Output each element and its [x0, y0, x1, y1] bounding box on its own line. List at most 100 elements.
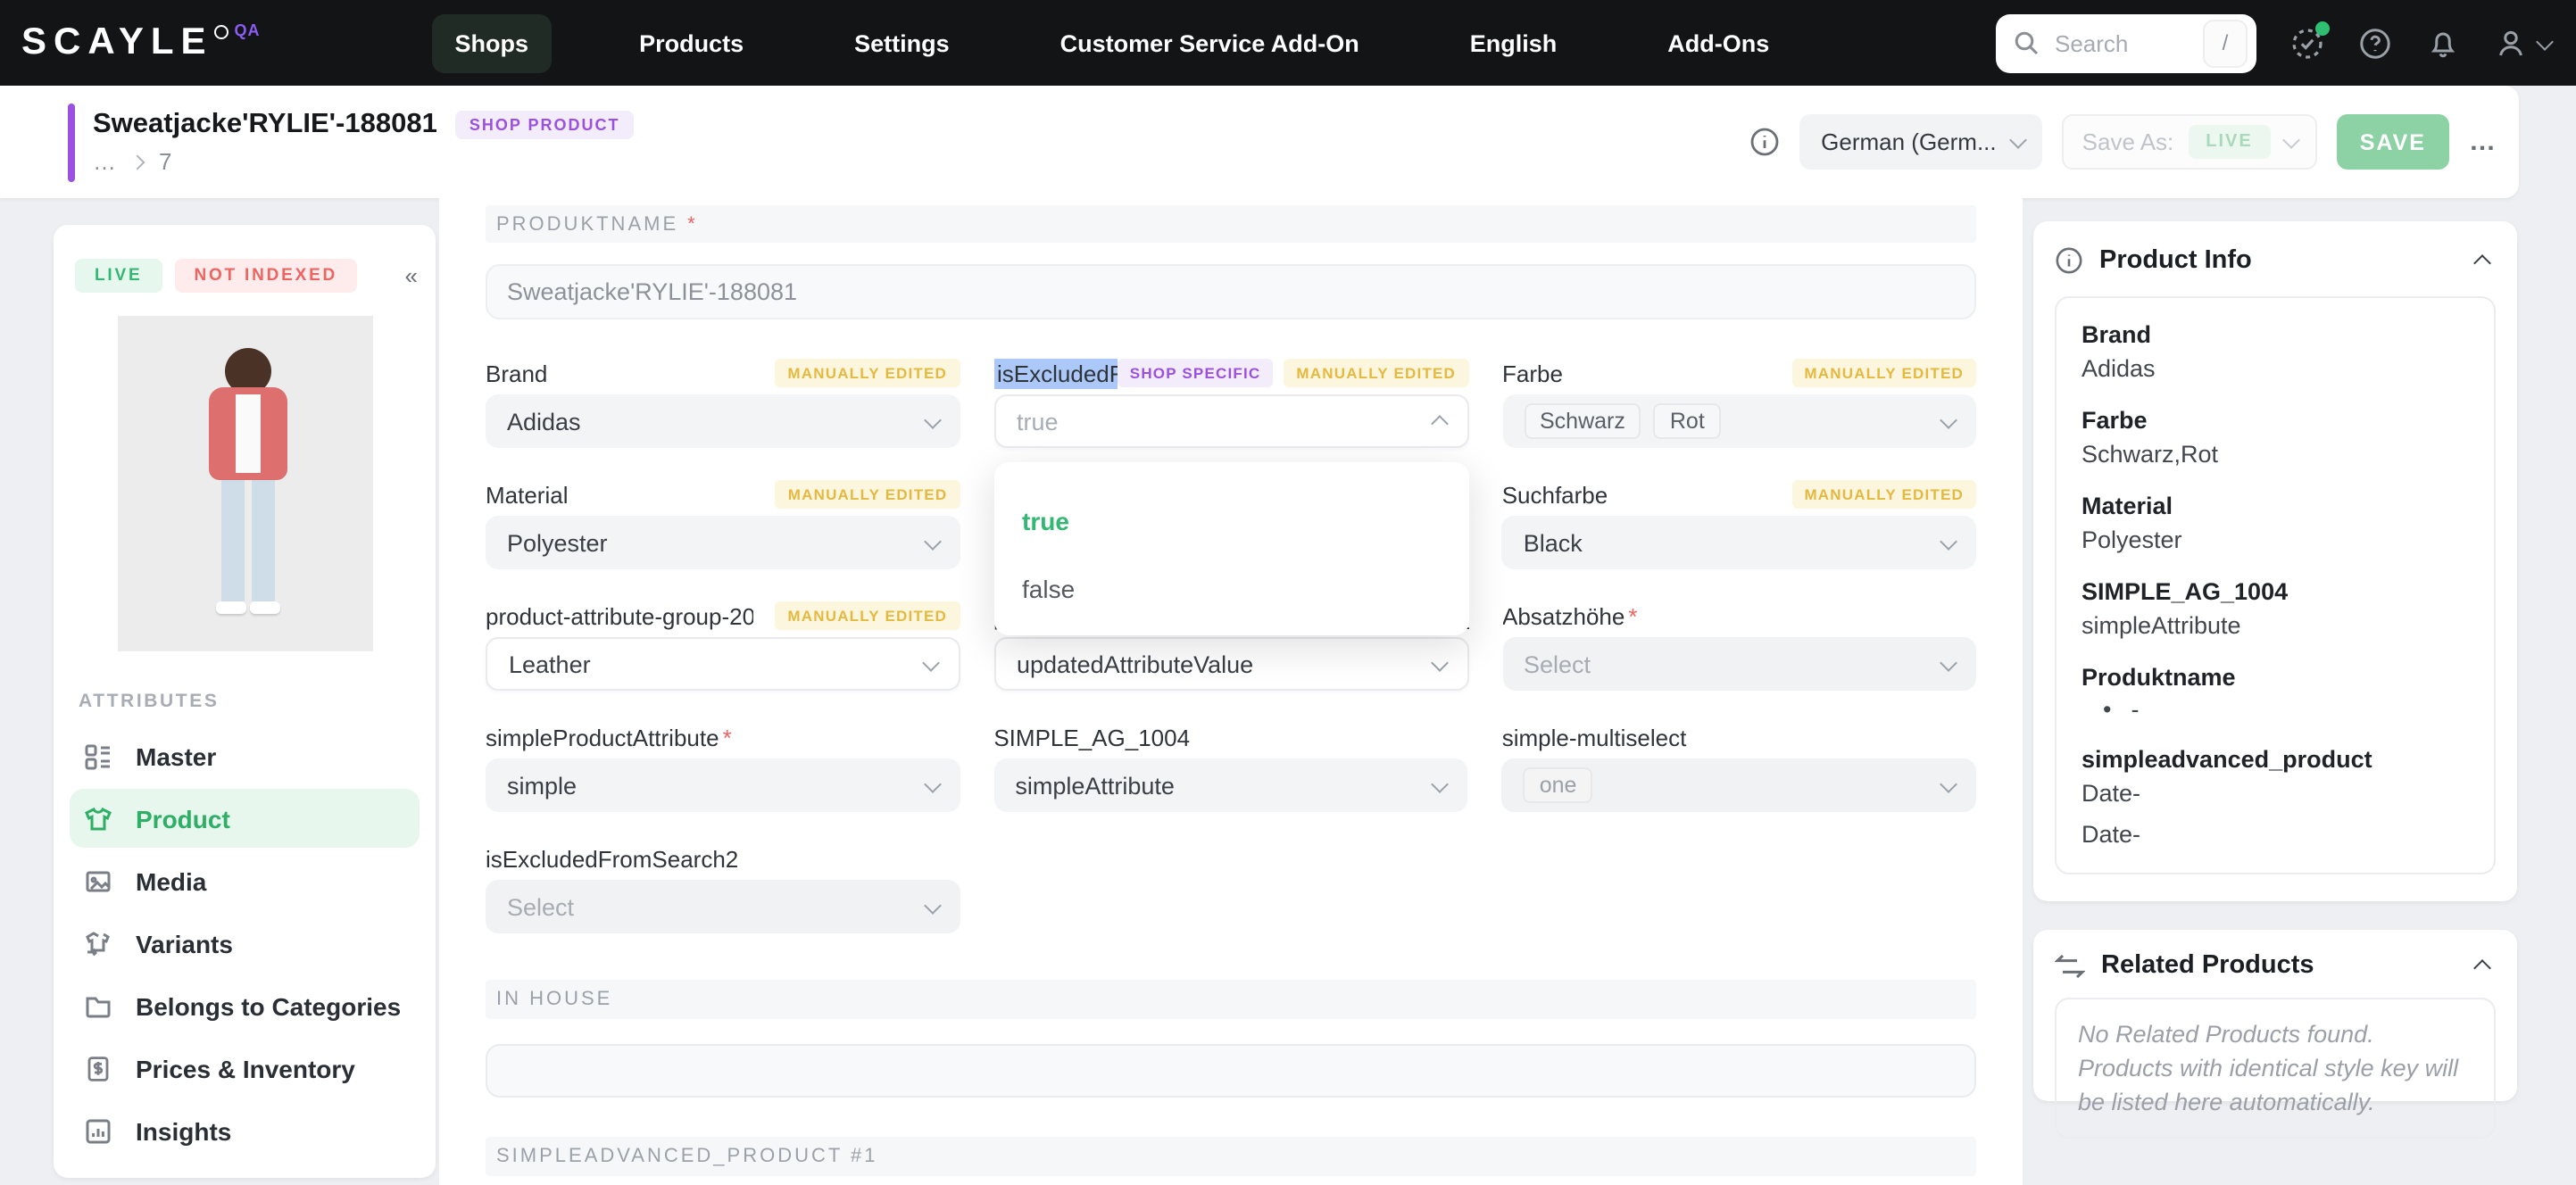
variants-icon	[86, 931, 110, 956]
section-header-in-house: IN HOUSE	[486, 980, 1976, 1019]
isexcludedfromsearch-select-open[interactable]: true	[993, 394, 1468, 448]
media-icon	[86, 870, 111, 891]
info-value: -	[2131, 696, 2140, 723]
notifications-button[interactable]	[2426, 26, 2460, 60]
sidebar-item-label: Variants	[136, 929, 233, 957]
nav-item-language[interactable]: English	[1447, 13, 1581, 72]
chevron-down-icon	[2281, 131, 2300, 149]
product-attribute-group-select[interactable]: Leather	[486, 637, 960, 691]
more-options-button[interactable]: …	[2469, 127, 2497, 157]
save-as-live-chip: LIVE	[2188, 125, 2271, 159]
logo-ring-icon	[214, 25, 229, 39]
field-isexcludedfromsearch2: isExcludedFromSearch2 Select	[486, 844, 960, 933]
related-products-card: No Related Products found. Products with…	[2055, 998, 2496, 1139]
field-isexcludedfromsearch: isExcludedFromSearch SHOP SPECIFIC MANUA…	[993, 358, 1468, 635]
dropdown-option-true[interactable]: true	[993, 498, 1468, 544]
sidebar-item-variants[interactable]: Variants	[70, 914, 420, 973]
absatzhoehe-select[interactable]: Select	[1502, 637, 1976, 691]
chevron-right-icon	[129, 153, 145, 170]
live-status-badge: LIVE	[75, 259, 162, 293]
field-farbe: Farbe MANUALLY EDITED Schwarz Rot	[1502, 359, 1976, 448]
global-search[interactable]: /	[1996, 13, 2256, 72]
field-material: Material MANUALLY EDITED Polyester	[486, 480, 960, 569]
info-icon[interactable]	[1749, 127, 1780, 157]
field-label: Material	[486, 481, 569, 508]
manually-edited-badge: MANUALLY EDITED	[1284, 359, 1468, 387]
sidebar-item-media[interactable]: Media	[70, 851, 420, 910]
nav-item-shops[interactable]: Shops	[431, 13, 553, 72]
field-product-attribute-group-truncated: product-attribute-group-2022-04-21T...* …	[486, 601, 960, 691]
folder-icon	[86, 996, 111, 1017]
field-label: Absatzhöhe *	[1502, 602, 1638, 629]
sidebar-item-insights[interactable]: Insights	[70, 1101, 420, 1160]
related-swap-icon	[2055, 953, 2085, 978]
field-label: Farbe	[1502, 360, 1563, 386]
nav-item-addons[interactable]: Add-Ons	[1644, 13, 1792, 72]
language-selector[interactable]: German (Germ...	[1799, 114, 2043, 170]
dropdown-option-false[interactable]: false	[993, 566, 1468, 612]
field-label: product-attribute-group-2022-04-21T...*	[486, 602, 753, 629]
produktname-input[interactable]	[486, 264, 1976, 319]
collapse-panel-icon[interactable]	[2473, 959, 2491, 977]
search-shortcut-key: /	[2203, 19, 2248, 67]
section-header-simpleadvanced: SIMPLEADVANCED_PRODUCT #1	[486, 1137, 1976, 1176]
shop-product-badge: SHOP PRODUCT	[454, 111, 635, 139]
nav-item-customer-service[interactable]: Customer Service Add-On	[1037, 13, 1383, 72]
chevron-down-icon	[1940, 532, 1957, 550]
field-label: Suchfarbe	[1501, 481, 1608, 508]
main-menu: Shops Products Settings Customer Service…	[431, 13, 1793, 72]
save-button[interactable]: SAVE	[2336, 114, 2449, 170]
chevron-down-icon	[923, 532, 942, 550]
chevron-down-icon	[2009, 131, 2028, 149]
field-suchfarbe: Suchfarbe MANUALLY EDITED Black	[1501, 480, 1977, 569]
sidebar-item-categories[interactable]: Belongs to Categories	[70, 976, 420, 1035]
farbe-select[interactable]: Schwarz Rot	[1502, 394, 1976, 448]
material-select[interactable]: Polyester	[486, 516, 960, 569]
sidebar-item-prices[interactable]: Prices & Inventory	[70, 1039, 420, 1098]
brand-wordmark: SCAYLE	[21, 21, 213, 62]
product-photo	[117, 316, 372, 651]
field-label-highlighted: isExcludedFromSearch	[993, 358, 1118, 388]
tasks-button[interactable]	[2290, 21, 2330, 60]
color-chip-rot: Rot	[1653, 403, 1721, 439]
help-button[interactable]	[2358, 26, 2392, 60]
chevron-down-icon	[2536, 32, 2554, 50]
user-menu-button[interactable]	[2494, 26, 2554, 60]
chevron-down-icon	[1940, 775, 1957, 792]
collapse-sidebar-icon[interactable]: «	[405, 262, 419, 289]
scayle-logo[interactable]: SCAYLE QA	[21, 0, 261, 86]
environment-label: QA	[234, 21, 261, 39]
section-title: SIMPLEADVANCED_PRODUCT #1	[496, 1146, 878, 1167]
not-indexed-badge: NOT INDEXED	[174, 259, 358, 293]
manually-edited-badge: MANUALLY EDITED	[775, 480, 960, 509]
sidebar-item-label: Master	[136, 742, 217, 770]
info-value: Date-	[2082, 780, 2141, 807]
suchfarbe-select[interactable]: Black	[1501, 516, 1977, 569]
select-value: simpleAttribute	[1015, 772, 1175, 799]
in-house-input[interactable]	[486, 1044, 1976, 1098]
updated-attribute-select[interactable]: updatedAttributeValue	[993, 637, 1468, 691]
page-title: Sweatjacke'RYLIE'-188081	[93, 109, 437, 139]
info-value: Date-	[2082, 821, 2141, 848]
simpleproductattribute-select[interactable]: simple	[486, 758, 960, 812]
form-row-4: simpleProductAttribute * simple SIMPLE_AG…	[486, 723, 1977, 812]
simple-ag-select[interactable]: simpleAttribute	[993, 758, 1468, 812]
nav-item-settings[interactable]: Settings	[831, 13, 973, 72]
sidebar-item-label: Belongs to Categories	[136, 991, 402, 1020]
brand-select[interactable]: Adidas	[486, 394, 960, 448]
search-input[interactable]	[2051, 28, 2203, 58]
sidebar-item-product[interactable]: Product	[70, 789, 420, 848]
related-products-panel: Related Products No Related Products fou…	[2033, 930, 2517, 1139]
sidebar-item-master[interactable]: Master	[70, 726, 420, 785]
status-row: LIVE NOT INDEXED «	[54, 259, 436, 293]
collapse-panel-icon[interactable]	[2473, 254, 2491, 272]
manually-edited-badge: MANUALLY EDITED	[1791, 359, 1976, 387]
isexcludedfromsearch2-select[interactable]: Select	[486, 880, 960, 933]
save-as-selector[interactable]: Save As: LIVE	[2062, 114, 2317, 170]
info-entry-simple-ag: SIMPLE_AG_1004 simpleAttribute	[2082, 578, 2469, 641]
section-header-produktname: PRODUKTNAME *	[486, 205, 1976, 243]
info-label: Material	[2082, 493, 2173, 519]
breadcrumb-ellipsis[interactable]: …	[93, 148, 116, 175]
nav-item-products[interactable]: Products	[616, 13, 767, 72]
simple-multiselect-select[interactable]: one	[1501, 758, 1977, 812]
